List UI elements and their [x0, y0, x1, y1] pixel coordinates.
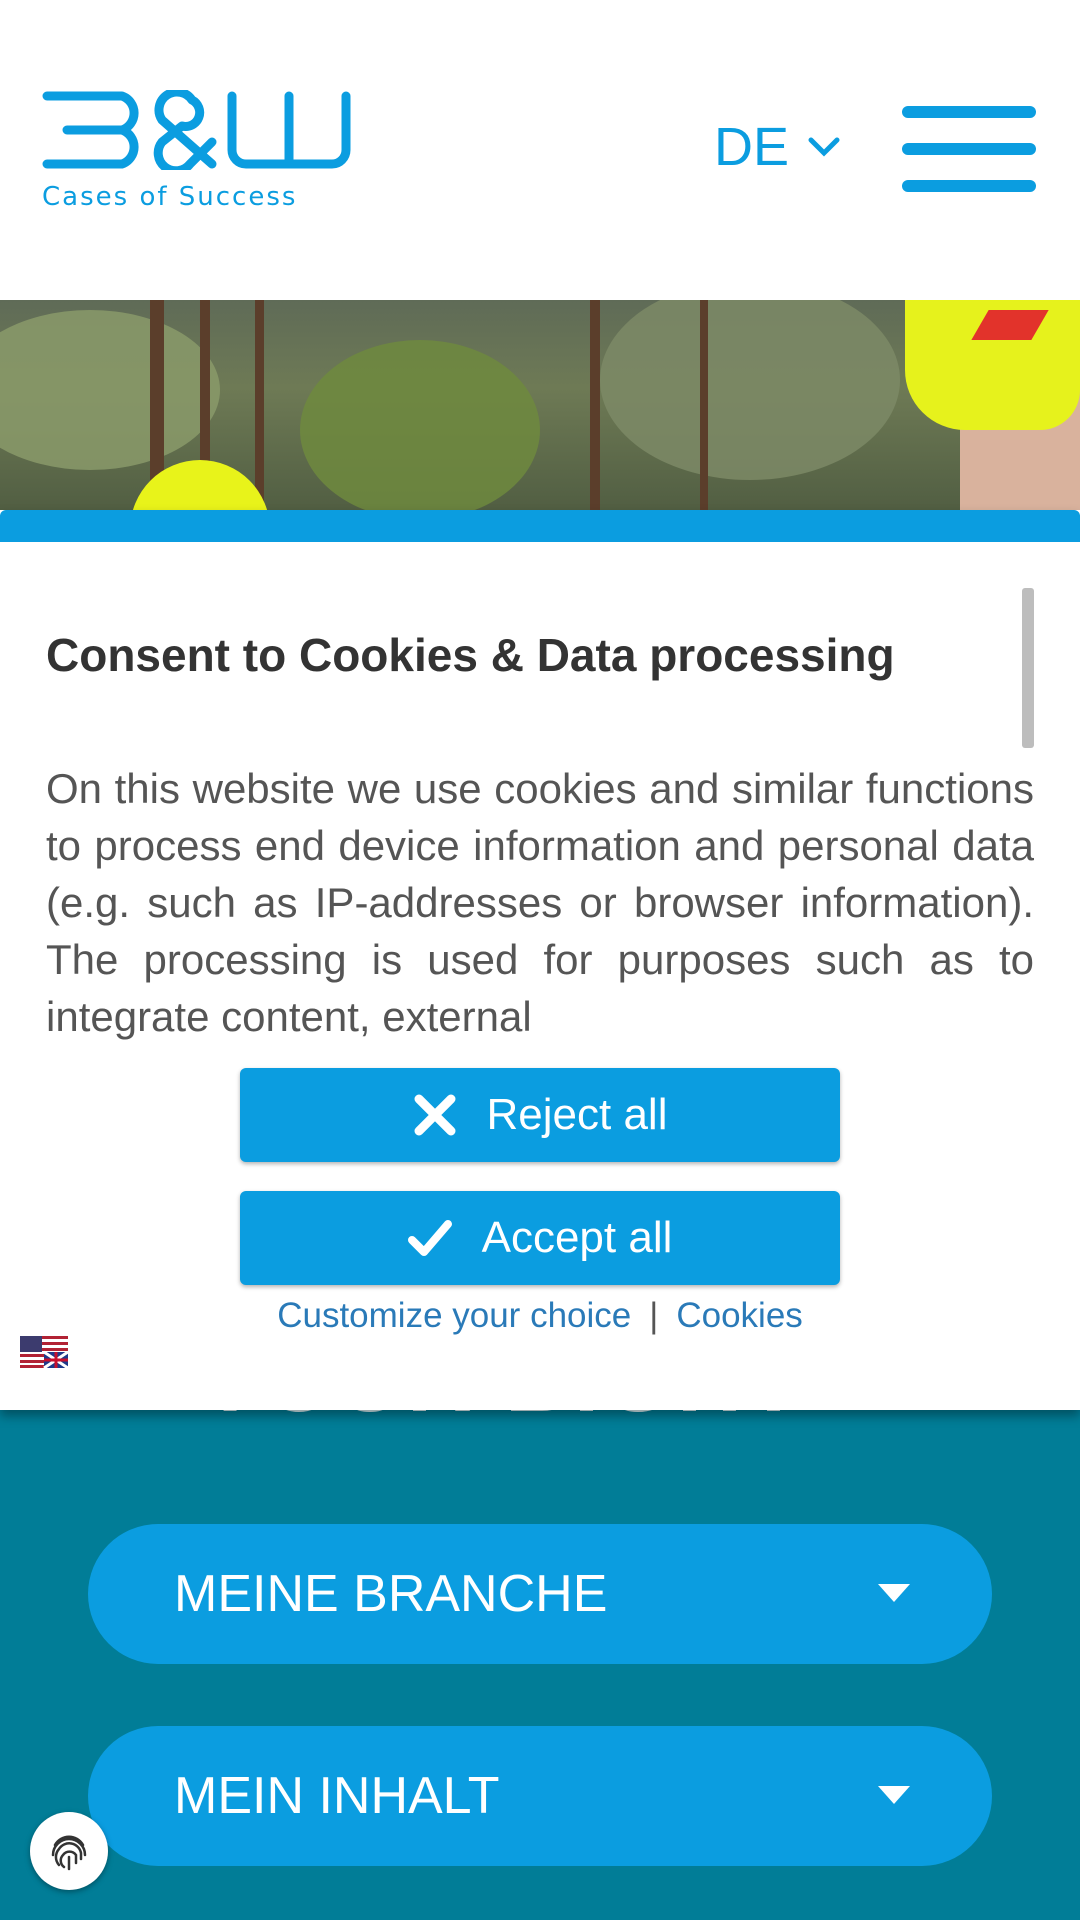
hamburger-menu-icon[interactable] [902, 106, 1036, 192]
consent-title: Consent to Cookies & Data processing [46, 629, 895, 681]
checkmark-icon [407, 1220, 452, 1256]
fingerprint-privacy-button[interactable] [30, 1812, 108, 1890]
us-uk-flag-icon[interactable] [20, 1336, 68, 1368]
reject-all-label: Reject all [486, 1090, 668, 1139]
dropdown-meine-branche[interactable]: MEINE BRANCHE [88, 1524, 992, 1664]
bw-logo-mark [42, 90, 351, 170]
consent-body-text: On this website we use cookies and simil… [46, 765, 1034, 1040]
link-separator: | [649, 1296, 659, 1335]
language-label: DE [714, 117, 790, 177]
close-icon [414, 1094, 456, 1136]
reject-all-button[interactable]: Reject all [240, 1068, 840, 1162]
language-selector[interactable]: DE [714, 116, 841, 178]
consent-links: Customize your choice | Cookies [0, 1296, 1080, 1336]
dropdown-mein-inhalt[interactable]: MEIN INHALT [88, 1726, 992, 1866]
accept-all-label: Accept all [481, 1213, 673, 1262]
caret-down-icon [878, 1584, 910, 1602]
caret-down-icon [878, 1786, 910, 1804]
dialog-top-bar [0, 510, 1080, 542]
logo-tagline: Cases of Success [42, 182, 298, 212]
customize-choice-link[interactable]: Customize your choice [277, 1296, 631, 1335]
site-header: Cases of Success DE [0, 0, 1080, 300]
fingerprint-icon [51, 1835, 87, 1871]
cookie-consent-dialog: Consent to Cookies & Data processing On … [0, 510, 1080, 1410]
hero-image [0, 300, 1080, 520]
cookies-link[interactable]: Cookies [676, 1296, 802, 1335]
dropdown-label: MEIN INHALT [174, 1767, 500, 1825]
dropdown-label: MEINE BRANCHE [174, 1565, 608, 1623]
bw-logo[interactable]: Cases of Success [42, 90, 352, 212]
dialog-scrollbar[interactable] [1022, 588, 1034, 748]
chevron-down-icon [808, 137, 840, 157]
accept-all-button[interactable]: Accept all [240, 1191, 840, 1285]
